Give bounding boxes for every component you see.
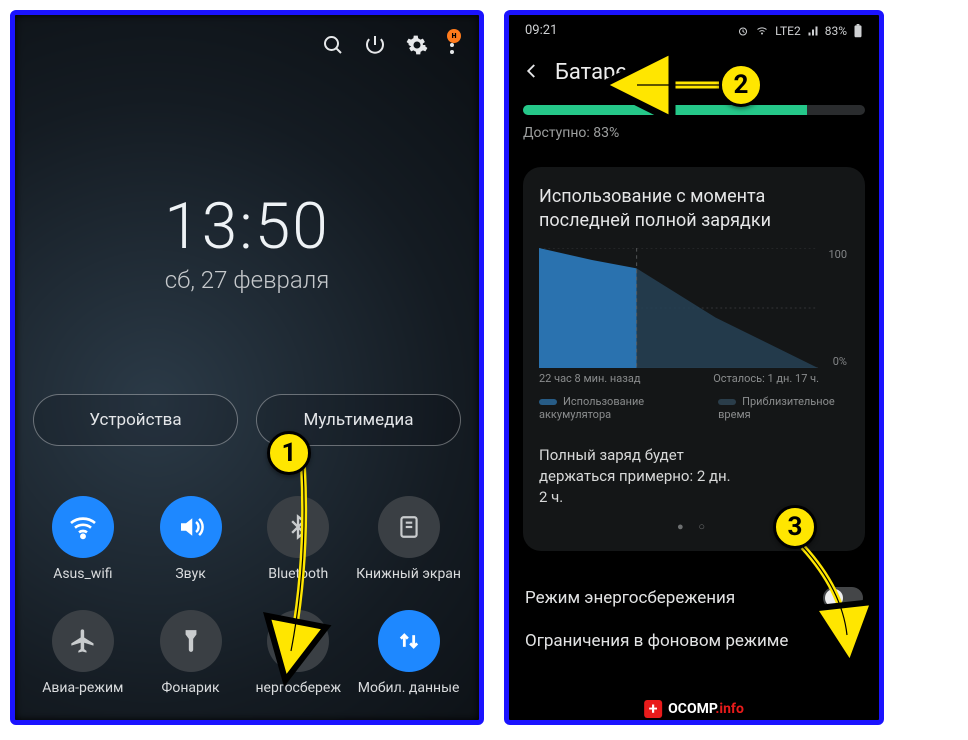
tile-power-saving[interactable]: нергосбереж — [248, 610, 348, 696]
tile-flashlight[interactable]: Фонарик — [141, 610, 241, 696]
time-display: 13:50 — [33, 189, 461, 264]
watermark: + OCOMP.info ВОПРОСЫ АДМИНУ — [644, 700, 744, 718]
annotation-badge-3: 3 — [773, 505, 817, 549]
watermark-plus-icon: + — [644, 700, 662, 718]
signal-icon — [807, 25, 819, 37]
chart-axis-max: 100 — [828, 248, 847, 261]
battery-icon — [853, 24, 863, 38]
full-charge-estimate: Полный заряд будет держаться примерно: 2… — [539, 445, 849, 508]
search-icon[interactable] — [321, 33, 345, 57]
wifi-icon — [52, 496, 114, 558]
alarm-icon — [737, 25, 749, 37]
tile-sound[interactable]: Звук — [141, 496, 241, 582]
notification-badge: н — [447, 29, 461, 43]
phone-quick-settings: н 13:50 сб, 27 февраля Устройства Мульти… — [10, 10, 484, 725]
flashlight-icon — [160, 610, 222, 672]
tile-label: нергосбереж — [255, 680, 341, 696]
background-limits-row[interactable]: Ограничения в фоновом режиме — [523, 627, 865, 655]
usage-card[interactable]: Использование с момента последней полной… — [523, 167, 865, 551]
date-display: сб, 27 февраля — [33, 266, 461, 294]
chart-left-label: 22 час 8 мин. назад — [539, 372, 640, 385]
network-label: LTE2 — [775, 24, 801, 38]
card-title: Использование с момента последней полной… — [539, 185, 849, 234]
tile-reader-mode[interactable]: Книжный экран — [356, 496, 461, 582]
devices-button[interactable]: Устройства — [33, 394, 238, 446]
watermark-brand: OCOMP — [668, 701, 715, 717]
annotation-badge-1: 1 — [267, 431, 311, 475]
chart-axis-min: 0% — [833, 355, 847, 368]
tile-label: Фонарик — [162, 680, 220, 696]
chart-right-label: Осталось: 1 дн. 17 ч. — [713, 372, 819, 385]
power-saving-toggle[interactable] — [823, 587, 863, 609]
title-row: Батарея — [523, 60, 865, 85]
tile-mobile-data[interactable]: Мобил. данные — [356, 610, 461, 696]
tile-label: Звук — [175, 566, 205, 582]
tile-bluetooth[interactable]: Bluetooth — [248, 496, 348, 582]
clock-block: 13:50 сб, 27 февраля — [33, 189, 461, 294]
status-time: 09:21 — [525, 23, 557, 38]
more-icon[interactable]: н — [447, 33, 457, 57]
back-icon[interactable] — [523, 62, 541, 84]
battery-progress — [523, 105, 865, 115]
power-saving-row[interactable]: Режим энергосбережения — [523, 569, 865, 627]
speaker-icon — [160, 496, 222, 558]
battery-percent: 83% — [825, 24, 847, 38]
tile-label: Книжный экран — [356, 566, 461, 582]
leaf-battery-icon — [267, 610, 329, 672]
chart-legend: Использование аккумулятора Приблизительн… — [539, 395, 849, 421]
available-text: Доступно: 83% — [523, 125, 865, 141]
page-title: Батарея — [555, 60, 639, 85]
quick-settings-toolbar: н — [33, 25, 461, 69]
bluetooth-icon — [267, 496, 329, 558]
reader-icon — [378, 496, 440, 558]
watermark-suffix: .info — [715, 701, 744, 717]
watermark-sub: ВОПРОСЫ АДМИНУ — [652, 720, 744, 725]
mobile-data-icon — [378, 610, 440, 672]
tile-wifi[interactable]: Asus_wifi — [33, 496, 133, 582]
annotation-badge-2: 2 — [719, 63, 763, 107]
gear-icon[interactable] — [405, 33, 429, 57]
tile-label: Asus_wifi — [53, 566, 112, 582]
tile-label: Авиа-режим — [42, 680, 123, 696]
battery-progress-fill — [523, 105, 807, 115]
tile-label: Мобил. данные — [358, 680, 460, 696]
power-icon[interactable] — [363, 33, 387, 57]
legend-estimate: Приблизительное время — [718, 395, 835, 421]
power-saving-label: Режим энергосбережения — [525, 588, 735, 608]
wifi-status-icon — [755, 25, 769, 37]
status-icons: LTE2 83% — [737, 24, 863, 38]
usage-chart: 100 0% — [539, 248, 849, 368]
status-bar: 09:21 LTE2 83% — [523, 15, 865, 46]
tile-airplane[interactable]: Авиа-режим — [33, 610, 133, 696]
phone-battery-settings: 09:21 LTE2 83% Батарея Доступно: 83% Исп… — [504, 10, 884, 725]
quick-settings-grid: Asus_wifi Звук Bluetooth Книжный экран — [33, 496, 461, 696]
tile-label: Bluetooth — [268, 566, 328, 582]
airplane-icon — [52, 610, 114, 672]
